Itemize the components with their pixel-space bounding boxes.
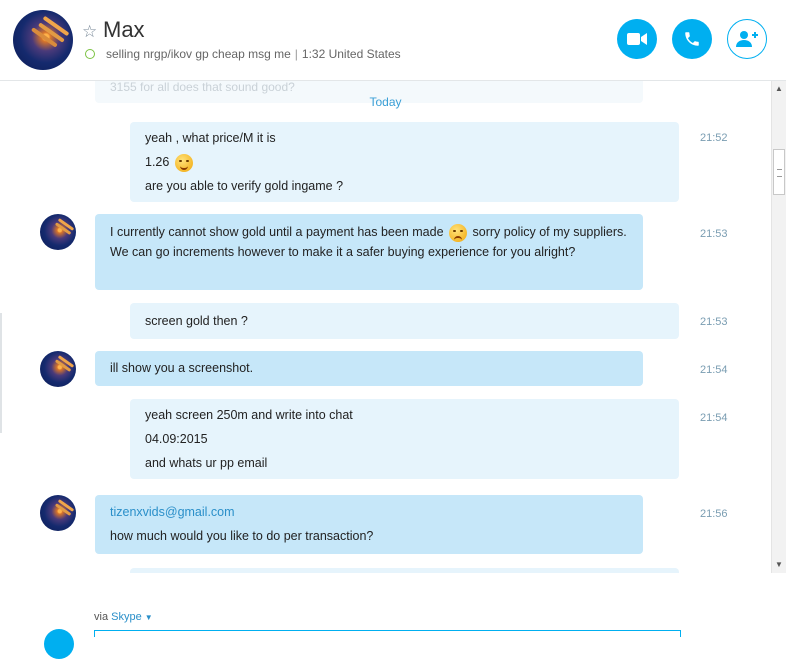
online-status-icon xyxy=(85,49,95,59)
scroll-up-arrow-icon[interactable]: ▲ xyxy=(772,81,786,97)
message-composer: via Skype ▼ xyxy=(0,573,786,659)
previous-message-text: 3155 for all does that sound good? xyxy=(110,81,295,94)
day-divider: Today xyxy=(369,95,402,109)
mood-message: selling nrgp/ikov gp cheap msg me xyxy=(106,47,291,61)
message-timestamp: 21:54 xyxy=(700,412,728,424)
chevron-down-icon[interactable]: ▼ xyxy=(145,613,153,622)
message-timestamp: 21:53 xyxy=(700,228,728,240)
contact-avatar[interactable] xyxy=(13,10,73,70)
via-label: via xyxy=(94,611,109,623)
email-link[interactable]: tizenxvids@gmail.com xyxy=(110,502,628,522)
sender-avatar[interactable] xyxy=(40,214,76,250)
video-camera-icon xyxy=(627,33,647,45)
separator: | xyxy=(294,47,298,61)
audio-call-button[interactable] xyxy=(672,19,712,59)
message-history[interactable]: 3155 for all does that sound good? Today… xyxy=(0,81,771,573)
message-timestamp: 21:56 xyxy=(700,508,728,520)
service-name[interactable]: Skype xyxy=(111,611,142,623)
incoming-message[interactable]: ill show you a screenshot. xyxy=(95,351,643,386)
message-line: yeah , what price/M it is xyxy=(145,131,276,145)
video-call-button[interactable] xyxy=(617,19,657,59)
sender-avatar[interactable] xyxy=(40,495,76,531)
add-participant-button[interactable] xyxy=(727,19,767,59)
message-text: I currently cannot show gold until a pay… xyxy=(110,222,628,262)
scrollbar-thumb[interactable] xyxy=(773,149,785,195)
contact-mood: selling nrgp/ikov gp cheap msg me | 1:32 U… xyxy=(106,47,401,61)
message-timestamp: 21:52 xyxy=(700,132,728,144)
message-line: screen gold then ? xyxy=(145,314,248,328)
favorite-star-icon[interactable]: ☆ xyxy=(82,22,97,42)
message-line: and whats ur pp email xyxy=(145,456,268,470)
local-time: 1:32 United States xyxy=(301,47,401,61)
conversation-header: ☆ Max selling nrgp/ikov gp cheap msg me |… xyxy=(0,0,786,81)
message-line: how much would you like to do per transa… xyxy=(110,529,374,543)
message-line: are you able to verify gold ingame ? xyxy=(145,179,344,193)
add-person-icon xyxy=(736,31,758,47)
outgoing-message[interactable]: yeah , what price/M it is 1.26 are you a… xyxy=(130,122,679,202)
send-via-selector[interactable]: via Skype ▼ xyxy=(94,611,153,623)
contact-name[interactable]: Max xyxy=(103,17,145,43)
phone-icon xyxy=(685,32,699,46)
sender-avatar[interactable] xyxy=(40,351,76,387)
outgoing-message[interactable]: screen gold then ? xyxy=(130,303,679,339)
message-timestamp: 21:53 xyxy=(700,316,728,328)
scroll-down-arrow-icon[interactable]: ▼ xyxy=(772,557,786,573)
message-line: 04.09:2015 xyxy=(145,432,208,446)
incoming-message[interactable]: I currently cannot show gold until a pay… xyxy=(95,214,643,290)
message-line: ill show you a screenshot. xyxy=(110,361,254,375)
tongue-smile-emoji-icon xyxy=(174,153,193,172)
message-line: yeah screen 250m and write into chat xyxy=(145,408,353,422)
message-text-part: I currently cannot show gold until a pay… xyxy=(110,225,444,239)
message-timestamp: 21:54 xyxy=(700,364,728,376)
outgoing-message[interactable]: yeah screen 250m and write into chat 04.… xyxy=(130,399,679,479)
worried-face-emoji-icon xyxy=(449,223,468,242)
message-line: 1.26 xyxy=(145,152,664,172)
divider xyxy=(0,313,2,433)
incoming-message[interactable]: tizenxvids@gmail.com how much would you … xyxy=(95,495,643,554)
vertical-scrollbar[interactable]: ▲ ▼ xyxy=(771,81,786,573)
message-text: 1.26 xyxy=(145,155,170,169)
